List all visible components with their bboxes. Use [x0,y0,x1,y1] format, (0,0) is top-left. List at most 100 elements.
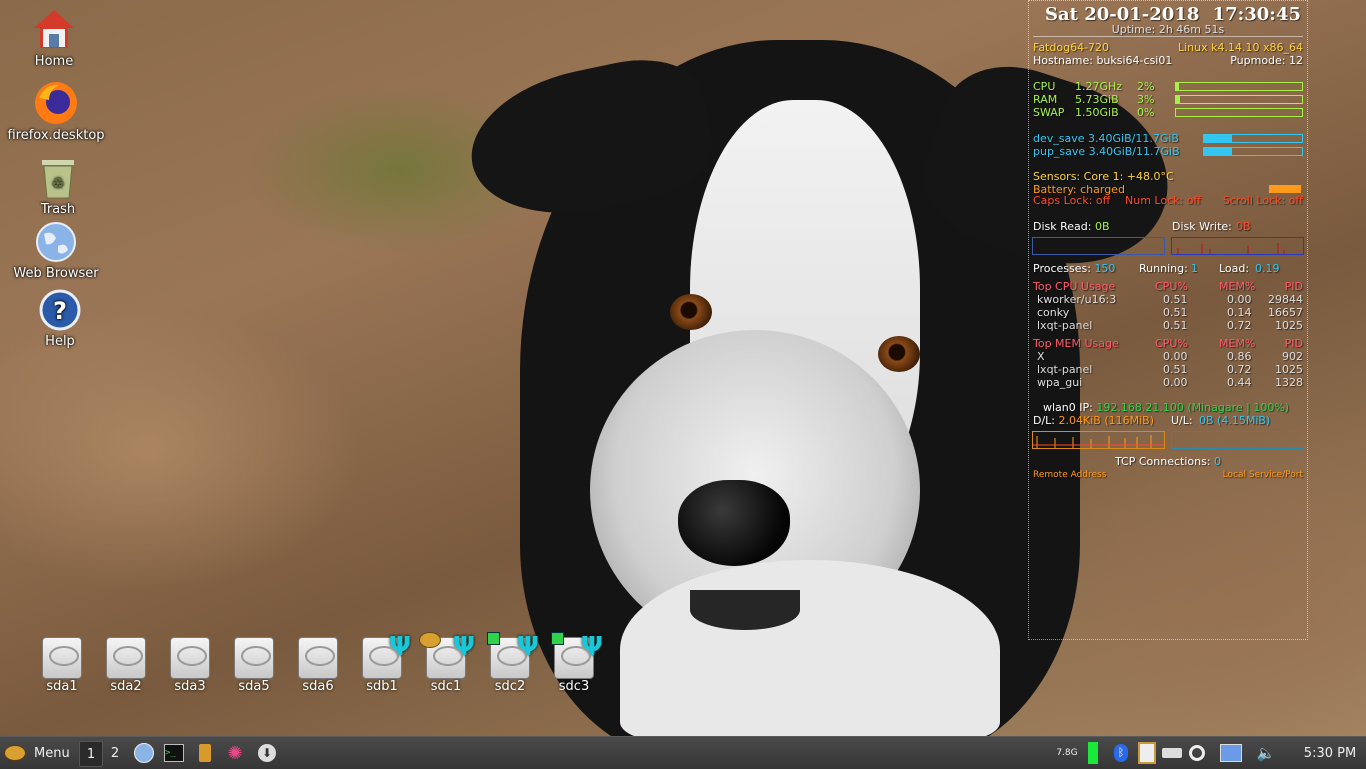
drive-icon-sdc2[interactable]: Ψ sdc2 [478,632,542,694]
desktop-icon-label: Trash [40,202,76,217]
desktop-icon-help[interactable]: ? Help [10,288,110,349]
memory-indicator[interactable]: 7.8G [1052,741,1082,765]
download-icon: ⬇ [258,744,276,762]
drive-icon-sdc1[interactable]: Ψ sdc1 [414,632,478,694]
top-cpu-row: conky 0.51 0.14 16657 [1037,306,1303,319]
drive-label: sda1 [46,679,78,694]
desktop-icon-label: firefox.desktop [7,128,105,143]
taskbar-clock[interactable]: 5:30 PM [1296,741,1364,765]
menu-label: Menu [34,745,70,761]
desktop-icon-web-browser[interactable]: Web Browser [6,220,106,281]
drive-icon-sda1[interactable]: sda1 [30,637,94,694]
conky-date: Sat 20-01-2018 [1045,4,1200,25]
launcher-download[interactable]: ⬇ [255,741,279,765]
top-mem-row: X 0.00 0.86 902 [1037,350,1303,363]
drive-label: sda5 [238,679,270,694]
tcp-connections-value: 0 [1214,455,1222,468]
desktop-icon-firefox[interactable]: firefox.desktop [6,80,106,143]
notes-icon [199,744,211,762]
conky-kernel: Linux k4.14.10 x86_64 [1178,41,1303,54]
conky-time: 17:30:45 [1212,4,1301,25]
cpu-usage-bar [1175,82,1303,91]
terminal-icon: >_ [164,744,184,762]
top-mem-row: wpa_gui 0.00 0.44 1328 [1037,376,1303,389]
conky-cpu-row: CPU 1.27GHz 2% [1033,80,1303,93]
desktop-icon-trash[interactable]: ♻ Trash [8,156,108,217]
menu-button[interactable]: Menu [4,741,70,765]
conky-swap-row: SWAP 1.50GiB 0% [1033,106,1303,119]
desktop-icon-label: Help [45,334,75,349]
conky-pupmode: Pupmode: 12 [1230,54,1303,67]
local-port-header: Local Service/Port [1222,470,1303,480]
tray-bluetooth[interactable]: ᛒ [1110,741,1132,765]
divider [1033,36,1303,37]
drive-label: sda2 [110,679,142,694]
launcher-browser[interactable] [132,741,156,765]
usb-icon: Ψ [516,632,539,662]
drive-icon-sdc3[interactable]: Ψ sdc3 [542,632,606,694]
num-lock-status: Num Lock: off [1125,194,1202,207]
tray-wifi[interactable] [1186,741,1208,765]
mounted-badge-icon [551,632,564,645]
tray-network[interactable] [1218,741,1244,765]
trash-icon: ♻ [36,156,80,200]
disk-read-value: 0B [1094,220,1110,233]
taskbar: Menu 1 2 >_ ✺ ⬇ 7.8G ᛒ 🔈 5:30 PM [0,736,1366,769]
swap-usage-bar [1175,108,1303,117]
tray-volume[interactable]: 🔈 [1254,741,1278,765]
drive-icon-sdb1[interactable]: Ψ sdb1 [350,634,414,694]
drive-icon-sda6[interactable]: sda6 [286,637,350,694]
launcher-notes[interactable] [193,741,217,765]
conky-uptime: Uptime: 2h 46m 51s [1111,23,1225,36]
top-mem-header: Top MEM Usage CPU% MEM% PID [1033,337,1303,350]
disk-write-graph [1171,237,1304,255]
conky-dev-save-row: dev_save 3.40GiB/11.7GiB [1033,132,1303,145]
clipboard-icon [1138,742,1156,764]
workspace-1[interactable]: 1 [79,741,103,767]
desktop-icon-home[interactable]: Home [4,8,104,69]
conky-sensors: Sensors: Core 1: +48.0°C [1033,170,1174,183]
battery-level-bar [1269,185,1301,193]
load-value: 0.19 [1255,262,1280,275]
launcher-pinwheel[interactable]: ✺ [223,741,247,765]
top-cpu-row: kworker/u16:3 0.51 0.00 29844 [1037,293,1303,306]
drive-icon-sda3[interactable]: sda3 [158,637,222,694]
drive-label: sdb1 [366,679,398,694]
drive-label: sdc1 [430,679,462,694]
volume-icon: 🔈 [1256,744,1276,762]
help-icon: ? [38,288,82,332]
desktop-icon-label: Home [34,54,74,69]
top-cpu-header: Top CPU Usage CPU% MEM% PID [1033,280,1303,293]
hard-drive-icon: Ψ [419,632,475,679]
dev-save-bar [1203,134,1303,143]
download-value: 2.04KiB (116MiB) [1058,414,1154,427]
launcher-terminal[interactable]: >_ [162,741,186,765]
hard-drive-icon [170,637,210,679]
top-cpu-row: lxqt-panel 0.51 0.72 1025 [1037,319,1303,332]
drive-label: sdc3 [558,679,590,694]
running-value: 1 [1191,262,1198,275]
workspace-2[interactable]: 2 [104,741,126,765]
tray-drive[interactable] [1160,741,1184,765]
upload-graph [1171,431,1304,449]
caps-lock-status: Caps Lock: off [1033,194,1111,207]
drive-icon-sda2[interactable]: sda2 [94,637,158,694]
drive-icon-sda5[interactable]: sda5 [222,637,286,694]
network-icon [1220,744,1242,762]
drive-label: sda3 [174,679,206,694]
drive-label: sdc2 [494,679,526,694]
disk-write-value: 0B [1236,220,1251,233]
pup-save-bar [1203,147,1303,156]
disk-read-graph [1032,237,1165,255]
usb-icon: Ψ [580,632,603,662]
processes-value: 150 [1094,262,1116,275]
tray-clipboard[interactable] [1136,741,1158,765]
hard-drive-icon: Ψ [487,632,539,679]
conky-distro: Fatdog64-720 [1033,41,1110,54]
bluetooth-icon: ᛒ [1114,744,1128,762]
pinwheel-icon: ✺ [227,742,243,764]
firefox-icon [33,80,79,126]
svg-text:?: ? [53,297,67,325]
remote-address-header: Remote Address [1033,470,1107,480]
hard-drive-icon [42,637,82,679]
